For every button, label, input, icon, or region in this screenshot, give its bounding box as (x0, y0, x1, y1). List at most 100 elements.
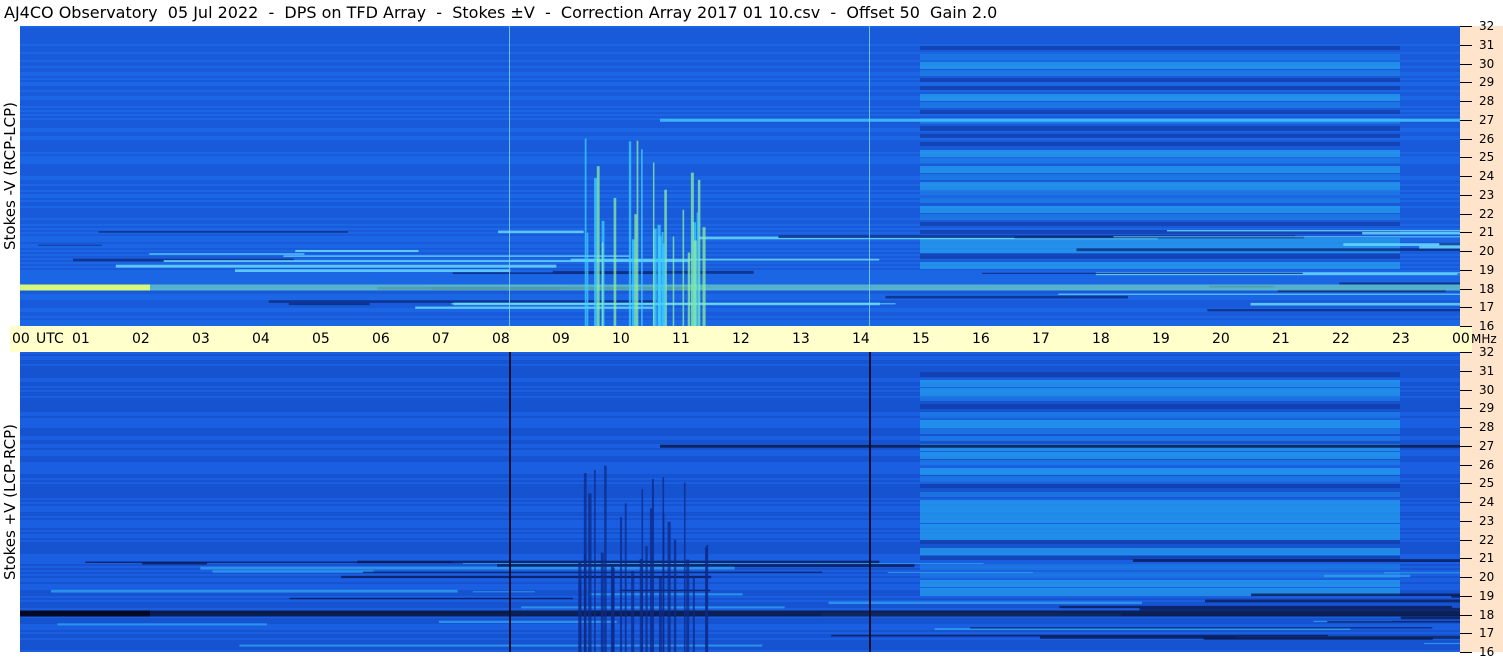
freq-tick-mark (1460, 464, 1472, 466)
freq-tick-mark (1460, 157, 1472, 159)
freq-tick-mark (1460, 520, 1472, 522)
time-tick-label: 00 (1452, 331, 1470, 347)
time-tick-label: 19 (1152, 331, 1170, 347)
freq-tick-mark (1460, 63, 1472, 65)
freq-tick-mark (1460, 595, 1472, 597)
freq-tick-mark (1460, 194, 1472, 196)
freq-tick-label: 28 (1479, 420, 1495, 434)
freq-tick-mark (1460, 652, 1472, 653)
time-tick-label: 22 (1332, 331, 1350, 347)
freq-tick-mark (1460, 288, 1472, 290)
freq-tick-label: 27 (1479, 438, 1495, 453)
freq-tick-label: 29 (1479, 401, 1495, 416)
time-tick-label: 13 (792, 331, 810, 347)
freq-tick-label: 29 (1479, 75, 1495, 90)
time-tick-label: 09 (552, 331, 570, 347)
chart-title: AJ4CO Observatory 05 Jul 2022 - DPS on T… (4, 3, 998, 22)
freq-tick-mark (1460, 82, 1472, 84)
freq-tick-mark (1460, 577, 1472, 578)
freq-tick-label: 17 (1479, 300, 1495, 315)
freq-tick-label: 21 (1479, 551, 1495, 566)
freq-tick-label: 26 (1479, 457, 1495, 472)
freq-tick-mark (1460, 326, 1472, 327)
freq-tick-mark (1460, 213, 1472, 215)
freq-tick-label: 31 (1479, 37, 1495, 52)
calibration-line-top (869, 26, 870, 326)
freq-tick-mark (1460, 483, 1472, 485)
calibration-line-bottom (509, 352, 511, 652)
time-tick-label: 18 (1092, 331, 1110, 347)
freq-tick-label: 22 (1479, 206, 1495, 221)
freq-tick-label: 32 (1479, 19, 1495, 33)
freq-tick-label: 25 (1479, 476, 1495, 491)
time-tick-label: 14 (852, 331, 870, 347)
freq-tick-mark (1460, 307, 1472, 309)
panel-bottom-ylabel: Stokes +V (LCP-RCP) (1, 424, 19, 580)
freq-tick-mark (1460, 251, 1472, 252)
freq-tick-label: 26 (1479, 131, 1495, 146)
time-tick-label: 16 (972, 331, 990, 347)
freq-tick-label: 19 (1479, 588, 1495, 603)
spectrogram-minus-v-image (20, 26, 1460, 326)
calibration-line-top (509, 26, 510, 326)
freq-tick-label: 30 (1479, 382, 1495, 397)
time-tick-label: 01 (72, 331, 90, 347)
freq-tick-label: 23 (1479, 513, 1495, 528)
freq-tick-label: 21 (1479, 225, 1495, 240)
freq-tick-mark (1460, 232, 1472, 234)
time-tick-label: 21 (1272, 331, 1290, 347)
freq-tick-label: 32 (1479, 345, 1495, 359)
freq-tick-mark (1460, 445, 1472, 447)
freq-tick-label: 20 (1479, 570, 1495, 584)
time-tick-label: 05 (312, 331, 330, 347)
time-tick-label: 11 (672, 331, 690, 347)
freq-tick-label: 20 (1479, 244, 1495, 258)
freq-tick-mark (1460, 26, 1472, 27)
freq-tick-mark (1460, 352, 1472, 353)
time-tick-label: 08 (492, 331, 510, 347)
freq-tick-label: 18 (1479, 281, 1495, 296)
time-tick-label: 07 (432, 331, 450, 347)
time-tick-label: 23 (1392, 331, 1410, 347)
freq-tick-mark (1460, 138, 1472, 140)
freq-tick-mark (1460, 176, 1472, 177)
time-tick-label: 10 (612, 331, 630, 347)
time-tick-label: 20 (1212, 331, 1230, 347)
freq-tick-label: 27 (1479, 112, 1495, 127)
freq-tick-label: 22 (1479, 532, 1495, 547)
time-tick-label: 17 (1032, 331, 1050, 347)
time-tick-label: 06 (372, 331, 390, 347)
freq-tick-mark (1460, 408, 1472, 410)
freq-tick-mark (1460, 427, 1472, 428)
time-tick-label: 03 (192, 331, 210, 347)
freq-tick-label: 23 (1479, 187, 1495, 202)
freq-tick-label: 24 (1479, 495, 1495, 509)
freq-tick-label: 31 (1479, 363, 1495, 378)
time-tick-label: 15 (912, 331, 930, 347)
freq-tick-label: 24 (1479, 169, 1495, 183)
freq-tick-label: 17 (1479, 626, 1495, 641)
freq-tick-label: 19 (1479, 262, 1495, 277)
freq-tick-mark (1460, 614, 1472, 616)
time-axis-unit-label: UTC (36, 331, 64, 347)
freq-tick-label: 16 (1479, 319, 1495, 333)
freq-tick-mark (1460, 539, 1472, 541)
freq-tick-mark (1460, 101, 1472, 102)
freq-tick-mark (1460, 44, 1472, 46)
freq-tick-label: 28 (1479, 94, 1495, 108)
freq-tick-label: 30 (1479, 56, 1495, 71)
time-tick-label: 04 (252, 331, 270, 347)
freq-tick-mark (1460, 269, 1472, 271)
panel-top-ylabel: Stokes -V (RCP-LCP) (1, 102, 19, 250)
freq-tick-mark (1460, 502, 1472, 503)
time-tick-label: 00 (12, 331, 30, 347)
calibration-line-bottom (869, 352, 871, 652)
freq-tick-label: 18 (1479, 607, 1495, 622)
spectrogram-panel-minus-v (20, 26, 1460, 326)
time-tick-label: 12 (732, 331, 750, 347)
freq-tick-mark (1460, 370, 1472, 372)
freq-tick-mark (1460, 558, 1472, 560)
spectrogram-plus-v-image (20, 352, 1460, 652)
freq-tick-mark (1460, 633, 1472, 635)
freq-tick-label: 16 (1479, 645, 1495, 659)
